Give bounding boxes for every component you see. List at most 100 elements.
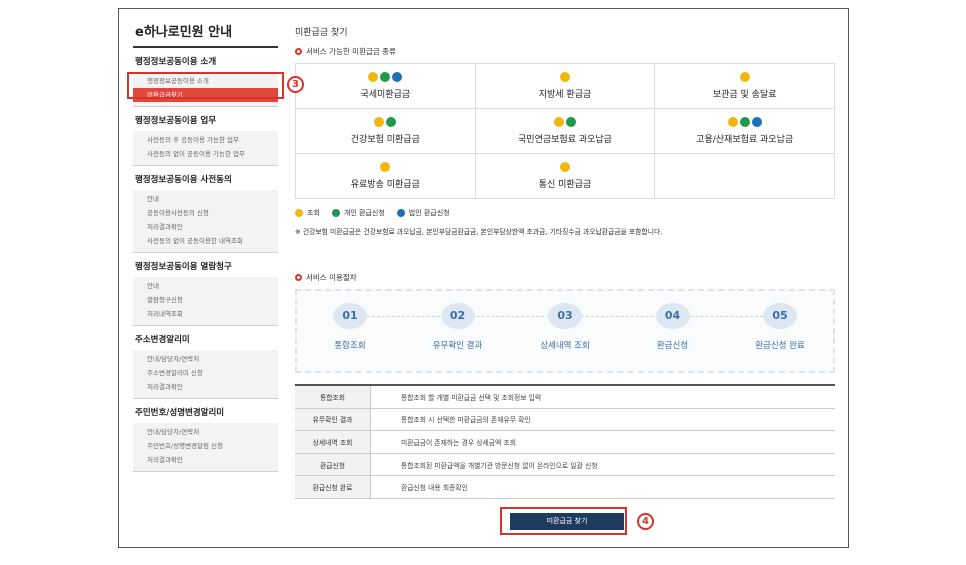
status-dot-icon: [392, 72, 403, 82]
sidebar-item[interactable]: 사전동의 없이 공동이용한 내역조회: [133, 234, 278, 248]
status-dot-icon: [559, 162, 570, 172]
refund-type-cell[interactable]: 국민연금보험료 과오납금: [475, 109, 656, 154]
legend-dot-icon: [331, 209, 340, 217]
sidebar-item[interactable]: 주민번호/성명변경알림 신청: [133, 439, 278, 453]
procedure-step[interactable]: 01 통합조회: [305, 303, 395, 351]
refund-type-label: 국민연금보험료 과오납금: [518, 135, 612, 145]
procedure-table: 통합조회 통합조회 할 개별 미환급금 선택 및 조회정보 입력 유무확인 결과 통합…: [295, 384, 835, 499]
page-title: 미환급금 찾기: [295, 28, 348, 38]
table-row: 환급신청 통합조회된 미환급액을 개별기관 방문신청 없이 온라인으로 일괄 신청: [295, 453, 835, 477]
status-dots: [368, 72, 403, 82]
table-row: 통합조회 통합조회 할 개별 미환급금 선택 및 조회정보 입력: [295, 386, 835, 409]
procedure-step[interactable]: 03 상세내역 조회: [520, 303, 610, 351]
refund-type-cell[interactable]: 건강보험 미환급금: [296, 109, 476, 154]
legend-dot-icon: [396, 209, 405, 217]
procedure-steps: 01 통합조회 02 유무확인 결과 03 상세내역 조회 04 환급신청 05 환급신청 완료: [295, 289, 835, 373]
status-dot-icon: [751, 117, 762, 127]
refund-type-cell[interactable]: 지방세 환급금: [475, 64, 656, 109]
sidebar-group-title[interactable]: 주소변경알리미: [133, 326, 278, 350]
table-value-cell: 환급신청 내용 최종확인: [401, 484, 468, 493]
sidebar-item[interactable]: 공동이용사전동의 신청: [133, 206, 278, 220]
sidebar-item[interactable]: 안내: [133, 279, 278, 293]
status-dot-icon: [739, 117, 750, 127]
callout-box-sidebar: [127, 72, 284, 99]
step-label: 유무확인 결과: [432, 341, 483, 351]
sidebar-sub: 안내 열람청구신청 처리내역조회: [133, 277, 278, 325]
table-key-cell: 상세내역 조회: [295, 431, 371, 453]
sidebar-item[interactable]: 열람청구신청: [133, 293, 278, 307]
sidebar-item[interactable]: 사전동의 없이 공동이용 가능한 업무: [133, 147, 278, 161]
step-badge-3: 3: [287, 76, 304, 93]
step-number: 01: [333, 303, 367, 329]
status-dot-icon: [374, 117, 385, 127]
sidebar-item[interactable]: 안내/담당자/연락처: [133, 352, 278, 366]
refund-type-label: 지방세 환급금: [538, 90, 592, 100]
sidebar-group-title[interactable]: 행정정보공동이용 소개: [133, 48, 278, 72]
refund-type-cell[interactable]: 국세미환급금: [296, 64, 476, 109]
table-value-cell: 통합조회 시 선택한 미환급금의 존재유무 확인: [401, 416, 531, 425]
table-value-cell: 통합조회된 미환급액을 개별기관 방문신청 없이 온라인으로 일괄 신청: [401, 461, 598, 470]
refund-type-cell[interactable]: 보관금 및 송달료: [655, 64, 835, 109]
refund-type-label: 유료방송 미환급금: [350, 180, 420, 190]
refund-type-cell[interactable]: 고용/산재보험료 과오납금: [655, 109, 835, 154]
status-dot-icon: [739, 72, 750, 82]
step-label: 환급신청: [656, 341, 689, 351]
sidebar-group: 행정정보공동이용 업무 사전동의 후 공동이용 가능한 업무 사전동의 없이 공…: [133, 107, 278, 166]
table-value-cell: 미환급금이 존재하는 경우 상세금액 조회: [401, 438, 516, 447]
step-label: 통합조회: [334, 341, 366, 351]
sidebar-item[interactable]: 처리내역조회: [133, 307, 278, 321]
callout-box-button: [500, 507, 627, 535]
sidebar-item[interactable]: 안내: [133, 192, 278, 206]
step-number: 05: [763, 303, 797, 329]
status-dot-icon: [380, 162, 391, 172]
legend-item: 법인 환급신청: [396, 208, 450, 218]
refund-type-cell[interactable]: 통신 미환급금: [475, 154, 656, 199]
table-key-cell: 환급신청: [295, 453, 371, 476]
section-title: 서비스 가능한 미환급금 종류: [306, 47, 396, 56]
table-row: 유무확인 결과 통합조회 시 선택한 미환급금의 존재유무 확인: [295, 408, 835, 432]
sidebar-group-title[interactable]: 주민번호/성명변경알리미: [133, 399, 278, 423]
procedure-step[interactable]: 05 환급신청 완료: [735, 303, 825, 351]
sidebar-item[interactable]: 안내/담당자/연락처: [133, 425, 278, 439]
legend-label: 조회: [307, 209, 320, 217]
sidebar-group-title[interactable]: 행정정보공동이용 사전동의: [133, 166, 278, 190]
sidebar-item[interactable]: 처리결과확인: [133, 380, 278, 394]
status-dot-icon: [565, 117, 576, 127]
table-key-cell: 유무확인 결과: [295, 408, 371, 431]
sidebar-group: 행정정보공동이용 열람청구 안내 열람청구신청 처리내역조회: [133, 253, 278, 326]
section-header: 서비스 이용절차: [295, 272, 835, 283]
legend-item: 개인 환급신청: [331, 208, 385, 218]
status-dots: [553, 117, 576, 127]
status-dot-icon: [380, 72, 391, 82]
sidebar-group-title[interactable]: 행정정보공동이용 열람청구: [133, 253, 278, 277]
sidebar-sub: 안내/담당자/연락처 주소변경알리미 신청 처리결과확인: [133, 350, 278, 398]
refund-type-label: 고용/산재보험료 과오납금: [696, 135, 794, 145]
legend-label: 법인 환급신청: [408, 209, 450, 217]
status-dot-icon: [368, 72, 379, 82]
legend-dot-icon: [295, 209, 303, 217]
sidebar-group: 주소변경알리미 안내/담당자/연락처 주소변경알리미 신청 처리결과확인: [133, 326, 278, 399]
sidebar-group: 주민번호/성명변경알리미 안내/담당자/연락처 주민번호/성명변경알림 신청 처…: [133, 399, 278, 472]
sidebar-sub: 사전동의 후 공동이용 가능한 업무 사전동의 없이 공동이용 가능한 업무: [133, 131, 278, 165]
table-value-cell: 통합조회 할 개별 미환급금 선택 및 조회정보 입력: [401, 393, 542, 402]
sidebar-item[interactable]: 처리결과확인: [133, 453, 278, 467]
procedure-section: 서비스 이용절차 01 통합조회 02 유무확인 결과 03 상세내역 조회 04 환급신청 0…: [295, 272, 835, 373]
step-number: 03: [548, 303, 582, 329]
status-dot-icon: [559, 72, 570, 82]
table-row: 상세내역 조회 미환급금이 존재하는 경우 상세금액 조회: [295, 431, 835, 454]
procedure-step[interactable]: 04 환급신청: [628, 303, 718, 351]
refund-type-label: 건강보험 미환급금: [350, 135, 420, 145]
sidebar-item[interactable]: 처리결과확인: [133, 220, 278, 234]
sidebar-item[interactable]: 사전동의 후 공동이용 가능한 업무: [133, 133, 278, 147]
refund-type-cell[interactable]: 유료방송 미환급금: [296, 154, 476, 199]
procedure-step[interactable]: 02 유무확인 결과: [413, 303, 503, 351]
sidebar-group: 행정정보공동이용 사전동의 안내 공동이용사전동의 신청 처리결과확인 사전동의…: [133, 166, 278, 253]
step-number: 02: [440, 303, 475, 329]
sidebar-group-title[interactable]: 행정정보공동이용 업무: [133, 107, 278, 131]
note-text: ※ 건강보험 미환급금은 건강보험료 과오납금, 본인부담금환급금, 본인부담상…: [295, 228, 663, 236]
sidebar-item[interactable]: 주소변경알리미 신청: [133, 366, 278, 380]
step-badge-4: 4: [637, 513, 654, 530]
step-label: 상세내역 조회: [540, 341, 590, 351]
sidebar-sub: 안내/담당자/연락처 주민번호/성명변경알림 신청 처리결과확인: [133, 423, 278, 471]
section-title: 서비스 이용절차: [306, 273, 357, 282]
